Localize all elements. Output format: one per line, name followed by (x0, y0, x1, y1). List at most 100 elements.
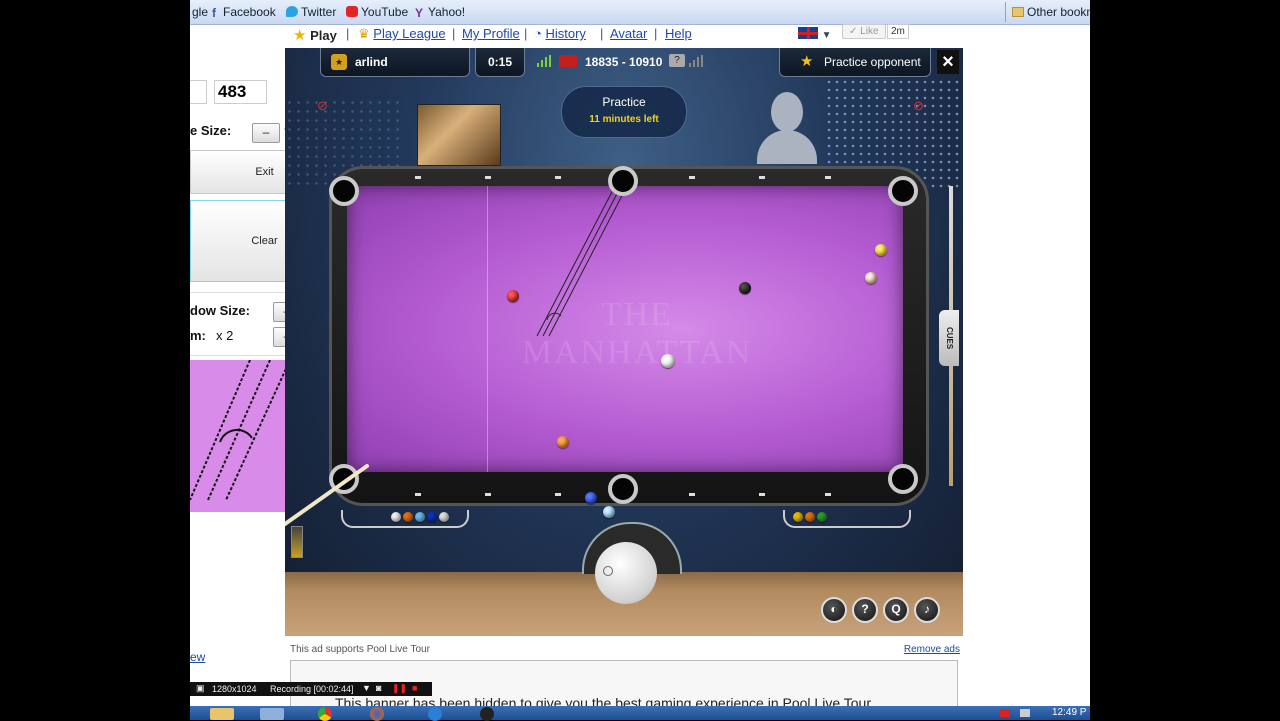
ie-icon[interactable] (428, 707, 442, 721)
recorder-dropdown-icon[interactable]: ▼ (362, 683, 371, 693)
check-icon: ✓ (849, 26, 858, 37)
bookmark-facebook[interactable]: f Facebook (212, 5, 276, 20)
rail-diamond (485, 176, 491, 179)
recorder-window-icon: ▣ (196, 683, 205, 693)
nav-play[interactable]: ★ Play (293, 26, 337, 44)
nav-help[interactable]: Help (665, 26, 692, 41)
nav-play-league-link[interactable]: Play League (373, 26, 445, 41)
rail-diamond (485, 493, 491, 496)
bookmark-label: YouTube (361, 5, 409, 19)
recorder-bar: ▣ 1280x1024 Recording [00:02:44] ▼ ◙ ❚❚ … (190, 682, 432, 696)
player-avatar (417, 104, 501, 166)
media-icon[interactable] (260, 708, 284, 720)
tray-icon[interactable] (1000, 709, 1010, 717)
cue-ball[interactable] (661, 354, 675, 368)
cues-tab[interactable]: CUES (939, 310, 959, 366)
rail-diamond (689, 493, 695, 496)
table-felt[interactable]: THE MANHATTAN (347, 186, 903, 518)
nav-separator: | (600, 26, 604, 41)
opponent-name: Practice opponent (824, 55, 921, 69)
game-canvas[interactable]: ★ arlind 0:15 18835 - 10910 ? ★ Practice… (285, 48, 963, 636)
explorer-icon[interactable] (210, 708, 234, 720)
sound-icon[interactable]: ♪ (914, 597, 940, 623)
bookmark-twitter[interactable]: Twitter (286, 5, 336, 19)
mute-right-icon[interactable]: ⊘ (913, 98, 929, 114)
shot-timer: 0:15 (475, 48, 525, 77)
bookmark-youtube[interactable]: YouTube (346, 5, 408, 19)
youtube-icon (346, 6, 358, 17)
bookmark-other-folder[interactable]: Other bookm (1012, 5, 1090, 19)
remove-ads-link[interactable]: Remove ads (904, 644, 960, 655)
left-link[interactable]: ew (190, 650, 205, 664)
ball-red (507, 290, 519, 302)
ball-yellow (875, 244, 887, 256)
player-ball-tray (341, 510, 469, 528)
player-panel: ★ arlind (320, 48, 470, 77)
brush-size-label: e Size: (190, 123, 232, 138)
nav-history[interactable]: ◔ History (534, 26, 586, 41)
position-value-field[interactable]: 483 (214, 80, 267, 104)
time-left-label: 11 minutes left (589, 114, 659, 125)
facebook-icon: f (212, 6, 216, 20)
pocket-top-right (888, 176, 918, 206)
tray-icon[interactable] (1020, 709, 1030, 717)
pocket-top-middle (608, 166, 638, 196)
chrome-icon[interactable] (318, 707, 332, 721)
nav-separator: | (524, 26, 528, 41)
size-minus-button[interactable]: – (252, 123, 280, 143)
rail-diamond (825, 176, 831, 179)
site-nav: ★ Play | ♛ Play League | My Profile | ◔ … (290, 24, 1090, 46)
like-count: 2m (887, 24, 909, 39)
ball-blue (585, 492, 597, 504)
mode-label: Practice (602, 95, 646, 109)
nav-avatar[interactable]: Avatar (610, 26, 647, 41)
dropdown-arrow-icon: ▼ (821, 30, 832, 41)
recorder-resolution: 1280x1024 (212, 684, 257, 694)
recorder-pause-icon[interactable]: ❚❚ (392, 683, 407, 694)
spin-target-icon (603, 566, 613, 576)
pocket-bottom-middle (608, 474, 638, 504)
yahoo-icon: Y (415, 6, 424, 20)
rail-diamond (415, 493, 421, 496)
ball-black (739, 282, 751, 294)
aim-guide (536, 186, 628, 337)
recorder-status: Recording [00:02:44] (270, 684, 354, 694)
rail-diamond (759, 176, 765, 179)
mute-left-icon[interactable]: ⊘ (317, 98, 333, 114)
twitter-icon (286, 6, 298, 17)
bookmark-yahoo[interactable]: Y Yahoo! (415, 5, 465, 20)
bookmark-google[interactable]: gle (192, 5, 208, 19)
nav-my-profile[interactable]: My Profile (462, 26, 520, 41)
nav-play-league[interactable]: ♛ Play League (358, 26, 446, 42)
spin-selector-ball[interactable] (595, 542, 657, 604)
close-game-button[interactable]: × (937, 50, 959, 74)
firefox-icon[interactable] (370, 707, 384, 721)
signal-icon (537, 54, 551, 72)
like-label: Like (860, 26, 879, 37)
nav-separator: | (654, 26, 658, 41)
ad-info-bar: This ad supports Pool Live Tour Remove a… (290, 644, 960, 658)
rail-diamond (555, 493, 561, 496)
recorder-stop-icon[interactable]: ■ (412, 683, 417, 693)
ball-orange (557, 436, 569, 448)
quality-button[interactable]: Q (883, 597, 909, 623)
recorder-camera-icon[interactable]: ◙ (376, 683, 381, 693)
opponent-avatar (753, 88, 821, 164)
rail-diamond (689, 176, 695, 179)
language-selector[interactable]: ▼ (798, 26, 832, 41)
bookmark-label: Other bookm (1027, 5, 1090, 19)
opponent-panel: ★ Practice opponent (779, 48, 931, 77)
app-icon[interactable] (480, 707, 494, 721)
system-clock: 12:49 P (1052, 707, 1087, 718)
power-meter[interactable] (291, 526, 303, 558)
nav-history-link[interactable]: History (545, 26, 585, 41)
help-icon[interactable]: ? (852, 597, 878, 623)
rules-icon[interactable]: ◐ (821, 597, 847, 623)
flag-icon (559, 55, 577, 67)
rail-diamond (759, 493, 765, 496)
pocket-top-left (329, 176, 359, 206)
browser-viewport: gle f Facebook Twitter YouTube Y Yahoo! Ot… (190, 0, 1090, 720)
score-display: 18835 - 10910 (585, 55, 663, 69)
like-button[interactable]: ✓ Like (842, 24, 886, 39)
value-field-left[interactable] (190, 80, 207, 104)
